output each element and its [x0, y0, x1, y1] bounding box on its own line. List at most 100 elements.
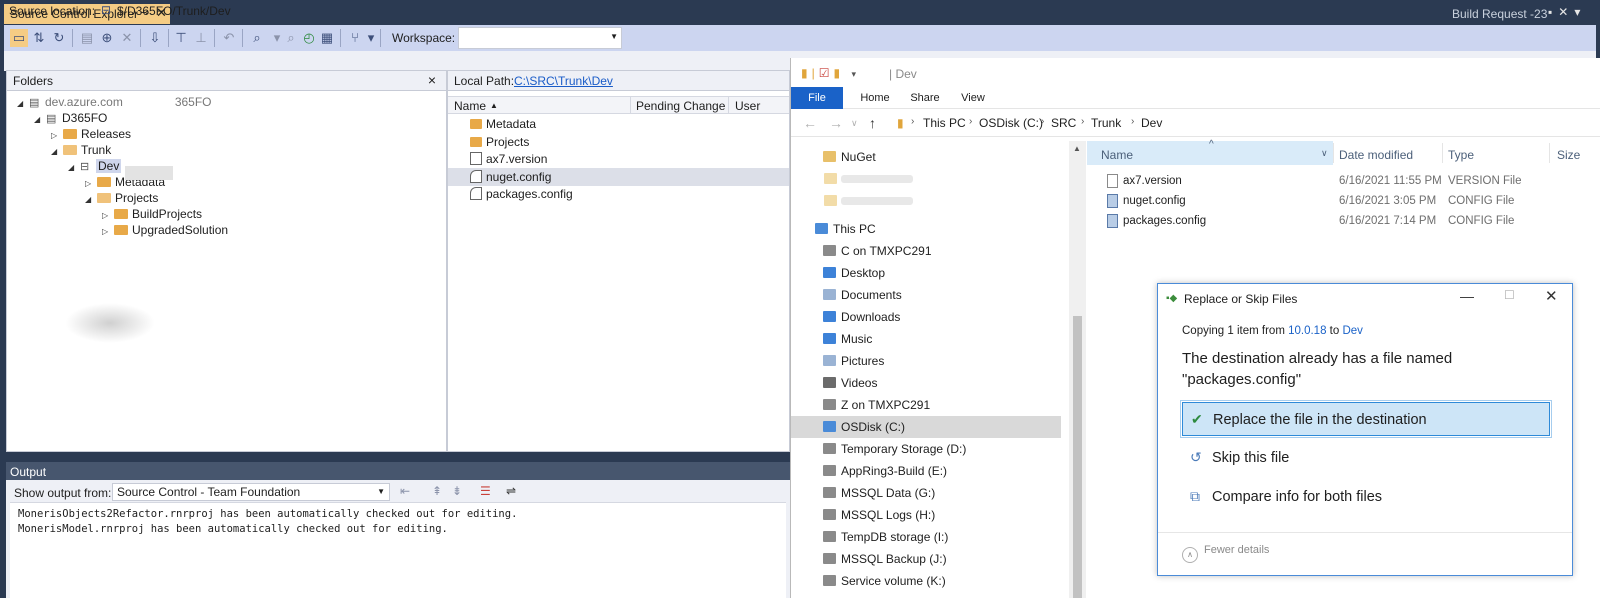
- check-in-icon[interactable]: ⊥: [192, 29, 210, 47]
- nav-item[interactable]: Service volume (K:): [791, 570, 1061, 592]
- close-icon[interactable]: ✕: [1558, 5, 1574, 19]
- compare-files-option[interactable]: ⧉ Compare info for both files: [1182, 480, 1550, 514]
- chevron-right-icon[interactable]: ›: [911, 116, 914, 127]
- collapse-arrow-icon[interactable]: ◢: [85, 195, 97, 204]
- nav-item[interactable]: Desktop: [791, 262, 1061, 284]
- next-message-icon[interactable]: ⇟: [452, 484, 462, 498]
- item-row[interactable]: Metadata: [448, 115, 789, 133]
- up-arrow-icon[interactable]: ↑: [869, 115, 876, 131]
- chevron-down-icon[interactable]: ▾: [851, 69, 860, 79]
- file-row[interactable]: ax7.version 6/16/2021 11:55 PM VERSION Fil…: [1087, 171, 1600, 191]
- chevron-right-icon[interactable]: ›: [1131, 116, 1134, 127]
- add-items-icon[interactable]: ⊕: [98, 29, 116, 47]
- folders-toggle-icon[interactable]: ▭: [10, 29, 28, 47]
- properties-icon[interactable]: ☑: [819, 66, 834, 80]
- column-date-modified[interactable]: Date modified: [1339, 148, 1413, 162]
- column-size[interactable]: Size: [1557, 148, 1580, 162]
- output-source-select[interactable]: Source Control - Team Foundation ▼: [112, 483, 390, 501]
- nav-item[interactable]: This PC: [791, 218, 1061, 240]
- skip-file-option[interactable]: ↺ Skip this file: [1182, 441, 1550, 475]
- expand-arrow-icon[interactable]: ▷: [51, 131, 63, 140]
- find-icon[interactable]: ⌕: [248, 29, 266, 47]
- collapse-arrow-icon[interactable]: ◢: [68, 163, 80, 172]
- delete-icon[interactable]: ✕: [118, 29, 136, 47]
- get-latest-icon[interactable]: ⇩: [146, 29, 164, 47]
- collapse-arrow-icon[interactable]: ◢: [51, 147, 63, 156]
- quick-access-toolbar[interactable]: ▮|☑▮ ▾: [801, 66, 860, 80]
- breadcrumb-item[interactable]: This PC: [923, 116, 966, 130]
- copy-destination-link[interactable]: Dev: [1342, 325, 1362, 337]
- nav-item[interactable]: Documents: [791, 284, 1061, 306]
- zoom-icon[interactable]: ⌕: [282, 29, 300, 47]
- tree-node[interactable]: ◢ ▤ dev.azure.com 365FO: [17, 95, 212, 111]
- chevron-right-icon[interactable]: ›: [1081, 116, 1084, 127]
- clear-all-icon[interactable]: ☰: [480, 484, 491, 498]
- window-controls[interactable]: ▪✕▾: [1548, 5, 1586, 19]
- column-name[interactable]: Name: [1101, 148, 1133, 162]
- nav-item[interactable]: MSSQL Data (G:): [791, 482, 1061, 504]
- workspace-select[interactable]: ▼: [458, 27, 622, 49]
- breadcrumb-item[interactable]: Dev: [1141, 116, 1162, 130]
- ribbon-tab-file[interactable]: File: [791, 87, 843, 109]
- nav-item[interactable]: AppRing3-Build (E:): [791, 460, 1061, 482]
- chevron-down-icon[interactable]: ∨: [851, 118, 858, 129]
- copy-source-link[interactable]: 10.0.18: [1288, 325, 1326, 337]
- tree-node[interactable]: ▷ BuildProjects: [102, 207, 202, 223]
- refresh-icon[interactable]: ↻: [50, 29, 68, 47]
- column-type[interactable]: Type: [1448, 148, 1474, 162]
- nav-scrollbar-thumb[interactable]: [1073, 316, 1082, 598]
- expand-arrow-icon[interactable]: ▷: [85, 179, 97, 188]
- nav-item[interactable]: NuGet: [791, 146, 1061, 168]
- maximize-icon[interactable]: ☐: [1504, 288, 1515, 302]
- item-row[interactable]: ax7.version: [448, 150, 789, 168]
- nav-item[interactable]: OSDisk (C:): [791, 416, 1061, 438]
- nav-item[interactable]: MSSQL Logs (H:): [791, 504, 1061, 526]
- nav-item[interactable]: Z on TMXPC291: [791, 394, 1061, 416]
- column-name[interactable]: Name: [454, 99, 486, 113]
- chevron-right-icon[interactable]: ›: [969, 116, 972, 127]
- chevron-down-icon[interactable]: ∨: [1321, 148, 1328, 159]
- address-bar[interactable]: ▮ › This PC › OSDisk (C:) › SRC › Trunk …: [897, 112, 1600, 134]
- tree-node[interactable]: ◢ ⊟ Dev: [68, 159, 122, 175]
- collapse-arrow-icon[interactable]: ◢: [17, 99, 29, 108]
- nav-item[interactable]: Pictures: [791, 350, 1061, 372]
- redacted-nav-item[interactable]: [791, 168, 1061, 190]
- file-row[interactable]: packages.config 6/16/2021 7:14 PM CONFIG F…: [1087, 211, 1600, 231]
- item-row[interactable]: Projects: [448, 133, 789, 151]
- local-path-link[interactable]: C:\SRC\Trunk\Dev: [514, 74, 613, 88]
- chevron-down-icon[interactable]: ▾: [1574, 5, 1586, 19]
- breadcrumb-item[interactable]: SRC: [1051, 116, 1076, 130]
- chevron-down-icon[interactable]: ▾: [362, 29, 380, 47]
- close-icon[interactable]: ✕: [1545, 287, 1558, 305]
- ribbon-tab-view[interactable]: View: [951, 87, 995, 109]
- ribbon-tab-home[interactable]: Home: [853, 87, 897, 109]
- minimize-icon[interactable]: —: [1460, 288, 1474, 304]
- find-message-icon[interactable]: ⇤: [400, 484, 410, 498]
- file-row[interactable]: nuget.config 6/16/2021 3:05 PM CONFIG File: [1087, 191, 1600, 211]
- nav-item[interactable]: MSSQL Backup (J:): [791, 548, 1061, 570]
- nav-item[interactable]: Downloads: [791, 306, 1061, 328]
- fewer-details-toggle[interactable]: ∧ Fewer details: [1182, 544, 1269, 563]
- undo-icon[interactable]: ↶: [220, 29, 238, 47]
- nav-item[interactable]: Music: [791, 328, 1061, 350]
- chevron-right-icon[interactable]: ›: [1041, 116, 1044, 127]
- word-wrap-icon[interactable]: ⇌: [506, 484, 516, 498]
- collapse-arrow-icon[interactable]: ◢: [34, 115, 46, 124]
- column-pending-change[interactable]: Pending Change: [636, 99, 725, 113]
- replace-file-option[interactable]: ✔ Replace the file in the destination: [1180, 400, 1552, 438]
- forward-arrow-icon[interactable]: →: [829, 115, 843, 131]
- redacted-nav-item[interactable]: [791, 190, 1061, 212]
- breadcrumb-item[interactable]: Trunk: [1091, 116, 1121, 130]
- tree-node[interactable]: ◢ ▤ D365FO: [34, 111, 107, 127]
- history-icon[interactable]: ◴: [300, 29, 318, 47]
- item-row[interactable]: packages.config: [448, 185, 789, 203]
- prev-message-icon[interactable]: ⇞: [432, 484, 442, 498]
- tree-node[interactable]: ▷ UpgradedSolution: [102, 223, 228, 239]
- build-request-tab[interactable]: Build Request -23: [1452, 7, 1547, 21]
- new-folder-icon[interactable]: ▤: [78, 29, 96, 47]
- expand-arrow-icon[interactable]: ▷: [102, 211, 114, 220]
- source-location-path[interactable]: $/D365FO/Trunk/Dev: [117, 4, 231, 18]
- pin-icon[interactable]: ▪: [1548, 5, 1558, 19]
- properties-icon[interactable]: ▦: [318, 29, 336, 47]
- close-icon[interactable]: ×: [428, 72, 436, 88]
